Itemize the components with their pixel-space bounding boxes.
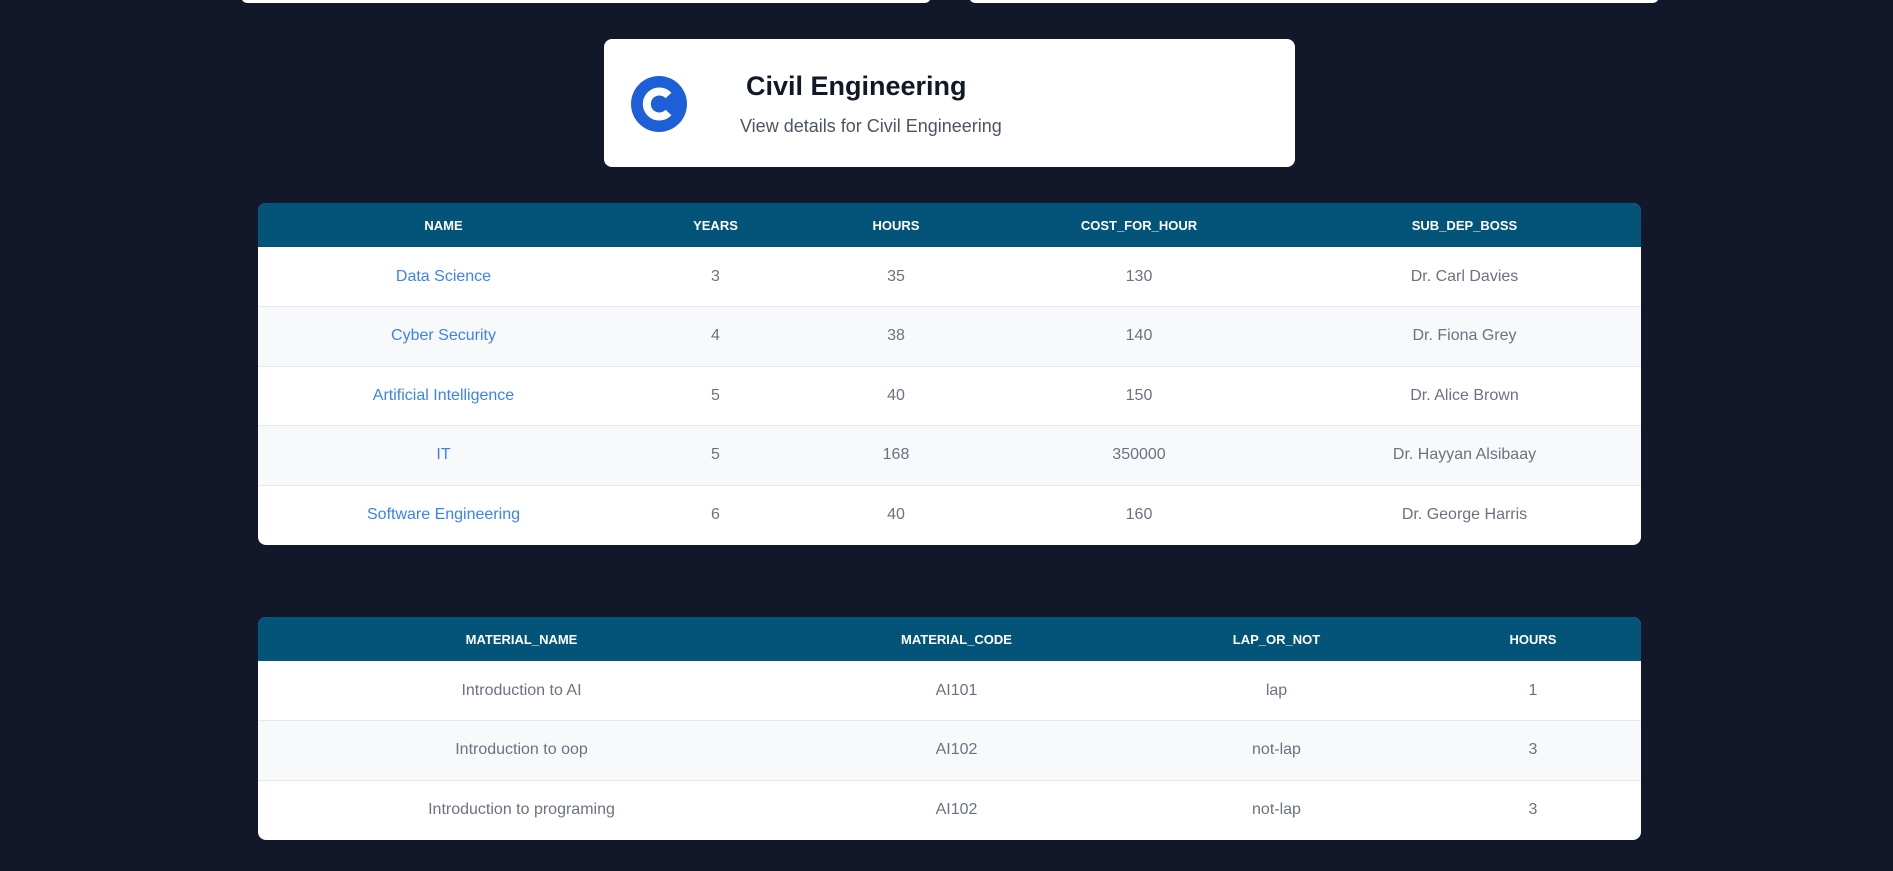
years-cell: 6 xyxy=(711,506,720,523)
table-row: Introduction to AI AI101 lap 1 xyxy=(258,661,1641,721)
cost-cell: 140 xyxy=(1125,327,1153,345)
cost-cell: 350000 xyxy=(1112,446,1166,464)
column-header-lap-or-not: LAP_OR_NOT xyxy=(1232,631,1321,647)
boss-cell: Dr. Carl Davies xyxy=(1410,267,1519,285)
materials-table: MATERIAL_NAME MATERIAL_CODE LAP_OR_NOT H… xyxy=(258,617,1641,840)
cost-cell: 130 xyxy=(1125,267,1153,285)
hours-cell: 38 xyxy=(887,327,905,345)
material-name-cell: Introduction to oop xyxy=(455,741,588,759)
column-header-hours: HOURS xyxy=(872,217,920,233)
years-cell: 4 xyxy=(711,327,720,345)
table-header-row: NAME YEARS HOURS COST_FOR_HOUR SUB_DEP_B… xyxy=(258,203,1641,247)
column-header-cost-for-hour: COST_FOR_HOUR xyxy=(1080,217,1198,233)
column-header-years: YEARS xyxy=(693,217,738,233)
subdepartments-table: NAME YEARS HOURS COST_FOR_HOUR SUB_DEP_B… xyxy=(258,203,1641,545)
hours-cell: 168 xyxy=(882,446,910,464)
hours-cell: 3 xyxy=(1528,741,1538,759)
column-header-sub-dep-boss: SUB_DEP_BOSS xyxy=(1411,217,1518,233)
table-row: IT 5 168 350000 Dr. Hayyan Alsibaay xyxy=(258,425,1641,485)
lap-cell: not-lap xyxy=(1252,741,1301,759)
lap-cell: lap xyxy=(1265,681,1288,699)
material-name-cell: Introduction to programing xyxy=(428,801,615,818)
hours-cell: 1 xyxy=(1528,681,1538,699)
column-header-material-code: MATERIAL_CODE xyxy=(901,631,1012,647)
subdepartment-link[interactable]: IT xyxy=(436,446,450,463)
subdepartment-link[interactable]: Data Science xyxy=(396,268,491,285)
years-cell: 3 xyxy=(711,267,720,285)
column-header-material-name: MATERIAL_NAME xyxy=(465,631,578,647)
table-row: Cyber Security 4 38 140 Dr. Fiona Grey xyxy=(258,306,1641,366)
material-name-cell: Introduction to AI xyxy=(461,681,582,699)
hours-cell: 35 xyxy=(887,267,905,285)
lap-cell: not-lap xyxy=(1252,801,1301,818)
top-card-right xyxy=(969,0,1659,3)
cost-cell: 160 xyxy=(1125,506,1153,523)
material-code-cell: AI102 xyxy=(935,741,978,759)
subdepartment-link[interactable]: Software Engineering xyxy=(367,506,520,523)
boss-cell: Dr. Alice Brown xyxy=(1410,386,1519,404)
department-title: Civil Engineering xyxy=(746,71,967,101)
years-cell: 5 xyxy=(711,386,720,404)
table-row: Introduction to oop AI102 not-lap 3 xyxy=(258,720,1641,780)
table-row: Data Science 3 35 130 Dr. Carl Davies xyxy=(258,247,1641,307)
top-card-left xyxy=(241,0,931,3)
column-header-hours: HOURS xyxy=(1509,631,1557,647)
table-row: Introduction to programing AI102 not-lap… xyxy=(258,780,1641,840)
hours-cell: 40 xyxy=(887,386,905,404)
letter-c-icon xyxy=(631,76,687,132)
material-code-cell: AI101 xyxy=(935,681,978,699)
hours-cell: 40 xyxy=(887,506,905,523)
years-cell: 5 xyxy=(711,446,720,464)
subdepartment-link[interactable]: Cyber Security xyxy=(391,327,496,344)
subdepartment-link[interactable]: Artificial Intelligence xyxy=(373,387,514,404)
table-header-row: MATERIAL_NAME MATERIAL_CODE LAP_OR_NOT H… xyxy=(258,617,1641,661)
table-row: Artificial Intelligence 5 40 150 Dr. Ali… xyxy=(258,366,1641,426)
material-code-cell: AI102 xyxy=(935,801,978,818)
department-subtitle: View details for Civil Engineering xyxy=(740,116,1002,136)
boss-cell: Dr. Hayyan Alsibaay xyxy=(1392,446,1537,464)
boss-cell: Dr. George Harris xyxy=(1401,506,1528,523)
cost-cell: 150 xyxy=(1125,386,1153,404)
column-header-name: NAME xyxy=(424,217,463,233)
table-row: Software Engineering 6 40 160 Dr. George… xyxy=(258,485,1641,545)
boss-cell: Dr. Fiona Grey xyxy=(1412,327,1517,345)
hours-cell: 3 xyxy=(1528,801,1538,818)
department-card[interactable]: Civil Engineering View details for Civil… xyxy=(604,39,1295,167)
